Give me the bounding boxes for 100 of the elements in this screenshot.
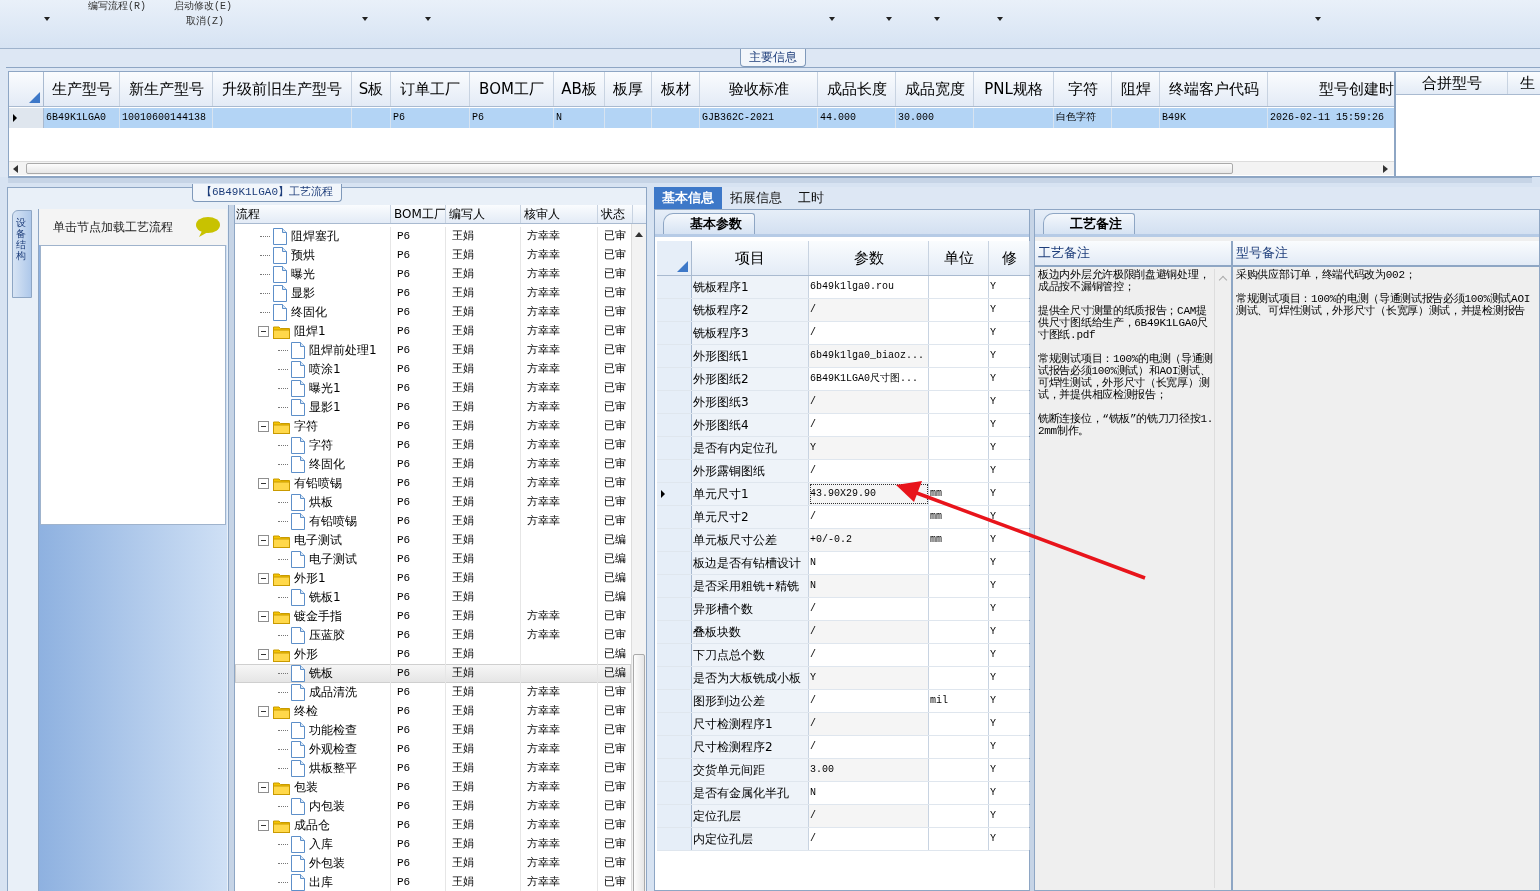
tree-node[interactable]: 外形1 <box>294 569 326 588</box>
row-header[interactable] <box>657 713 692 735</box>
side-tab[interactable]: 设备结构 <box>12 210 32 298</box>
menu-command[interactable]: 编写流程(R) <box>88 0 174 14</box>
column-header[interactable]: 流程 <box>235 205 391 223</box>
column-header[interactable]: PNL规格 <box>974 72 1054 106</box>
tree-node[interactable]: 烘板整平 <box>309 759 357 778</box>
group-tab[interactable]: 主要信息 <box>740 49 806 67</box>
tab[interactable]: 拓展信息 <box>722 187 790 209</box>
row-header[interactable] <box>657 368 692 390</box>
input-field[interactable]: / <box>809 598 929 620</box>
input-field[interactable]: / <box>809 805 929 827</box>
row-header[interactable] <box>657 621 692 643</box>
input-field[interactable]: / <box>809 644 929 666</box>
row-header[interactable] <box>657 644 692 666</box>
column-header[interactable]: 成品宽度 <box>896 72 974 106</box>
caret-icon[interactable] <box>425 17 431 21</box>
caret-icon[interactable] <box>829 17 835 21</box>
tab[interactable]: 工时 <box>790 187 832 209</box>
collapse-icon[interactable] <box>258 820 269 831</box>
column-header[interactable]: 状态 <box>598 205 633 223</box>
row-header[interactable] <box>657 667 692 689</box>
collapse-icon[interactable] <box>258 611 269 622</box>
scroll-left-icon[interactable] <box>13 164 18 173</box>
tree-node[interactable]: 曝光 <box>291 265 315 284</box>
input-field[interactable]: Y <box>809 667 929 689</box>
tree-node[interactable]: 成品清洗 <box>309 683 357 702</box>
tree-node[interactable]: 入库 <box>309 835 333 854</box>
row-header[interactable] <box>657 299 692 321</box>
row-header[interactable] <box>657 736 692 758</box>
column-header[interactable]: S板 <box>352 72 391 106</box>
scroll-up-icon[interactable] <box>635 232 643 237</box>
column-header[interactable]: AB板 <box>554 72 605 106</box>
row-header[interactable] <box>657 276 692 298</box>
input-field[interactable]: 6B49K1LGA0尺寸图... <box>809 368 929 390</box>
row-header[interactable] <box>657 322 692 344</box>
tree-node[interactable]: 烘板 <box>309 493 333 512</box>
collapse-icon[interactable] <box>258 478 269 489</box>
row-header[interactable] <box>657 391 692 413</box>
collapse-icon[interactable] <box>258 706 269 717</box>
tree-node[interactable]: 阻焊1 <box>294 322 326 341</box>
tree-node[interactable]: 电子测试 <box>309 550 357 569</box>
tree-node[interactable]: 阻焊塞孔 <box>291 227 339 246</box>
row-header[interactable] <box>657 552 692 574</box>
tree-node[interactable]: 终检 <box>294 702 318 721</box>
column-header[interactable]: BOM工厂 <box>470 72 554 106</box>
row-header[interactable] <box>657 805 692 827</box>
row-header[interactable] <box>657 782 692 804</box>
tree-node[interactable]: 显影1 <box>309 398 341 417</box>
tree-node[interactable]: 电子测试 <box>294 531 342 550</box>
row-header[interactable] <box>657 506 692 528</box>
input-field[interactable]: N <box>809 782 929 804</box>
column-header[interactable]: 工艺备注 <box>1035 241 1231 267</box>
column-header[interactable]: 成品长度 <box>818 72 896 106</box>
row-header[interactable] <box>657 690 692 712</box>
tree-node[interactable]: 铣板 <box>309 664 333 683</box>
tree-node[interactable]: 包装 <box>294 778 318 797</box>
tree-node[interactable]: 阻焊前处理1 <box>309 341 377 360</box>
column-header[interactable]: 验收标准 <box>700 72 818 106</box>
menu-command[interactable]: 取消(Z) <box>174 15 264 29</box>
collapse-icon[interactable] <box>258 535 269 546</box>
tree-node[interactable]: 终固化 <box>291 303 327 322</box>
tree-node[interactable]: 终固化 <box>309 455 345 474</box>
scroll-thumb[interactable] <box>633 654 645 891</box>
caret-icon[interactable] <box>934 17 940 21</box>
input-field[interactable]: / <box>809 299 929 321</box>
table-row[interactable]: 6B49K1LGA0 10010600144138 P6 P6 N GJB362C-2021 44.000 30.000 白色字符 B49K 2026-02-11 15:59:26 <box>9 108 1394 128</box>
collapse-icon[interactable] <box>258 649 269 660</box>
tree-node[interactable]: 显影 <box>291 284 315 303</box>
input-field[interactable]: / <box>809 736 929 758</box>
row-header[interactable] <box>657 414 692 436</box>
tree-node[interactable]: 字符 <box>294 417 318 436</box>
row-header[interactable] <box>657 460 692 482</box>
column-header[interactable]: 编写人 <box>446 205 521 223</box>
column-header[interactable]: 阻焊 <box>1112 72 1160 106</box>
column-header[interactable]: 订单工厂 <box>391 72 470 106</box>
column-header[interactable]: 板厚 <box>605 72 652 106</box>
tree-row[interactable]: 铣板 P6 王娟 已编 <box>235 664 631 683</box>
tab[interactable]: 工艺备注 <box>1043 213 1135 234</box>
input-field[interactable]: Y <box>809 437 929 459</box>
column-header[interactable]: 终端客户代码 <box>1160 72 1268 106</box>
column-header[interactable]: 生产型号 <box>44 72 120 106</box>
caret-icon[interactable] <box>1315 17 1321 21</box>
column-header[interactable]: BOM工厂 <box>391 205 446 223</box>
tree-node[interactable]: 出库 <box>309 873 333 891</box>
column-header[interactable]: 新生产型号 <box>120 72 213 106</box>
column-header[interactable]: 板材 <box>652 72 700 106</box>
input-field[interactable]: / <box>809 506 929 528</box>
tree-node[interactable]: 内包装 <box>309 797 345 816</box>
tree-node[interactable]: 字符 <box>309 436 333 455</box>
row-header[interactable] <box>657 483 692 505</box>
column-header[interactable]: 生 <box>1508 72 1540 94</box>
column-header[interactable]: 项目 <box>692 241 809 275</box>
splitter[interactable] <box>1030 209 1034 891</box>
tree-node[interactable]: 外包装 <box>309 854 345 873</box>
vertical-scrollbar[interactable] <box>631 224 646 891</box>
input-field[interactable]: 6b49k1lga0.rou <box>809 276 929 298</box>
menu-command[interactable]: 启动修改(E) <box>174 0 264 14</box>
tree-node[interactable]: 压蓝胶 <box>309 626 345 645</box>
tree-node[interactable]: 成品仓 <box>294 816 330 835</box>
